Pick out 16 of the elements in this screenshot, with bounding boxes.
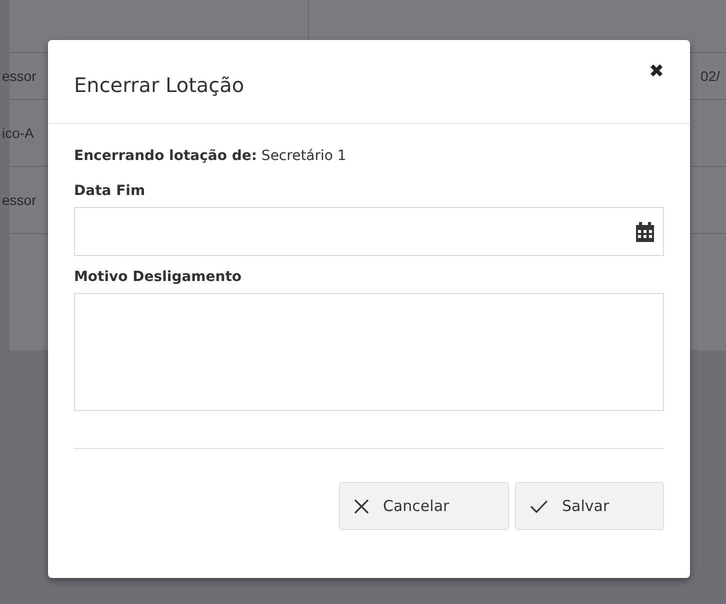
intro-text: Encerrando lotação de: Secretário 1 xyxy=(74,148,348,164)
table-cell: essor xyxy=(2,192,36,208)
close-button[interactable]: ✖ xyxy=(649,62,664,80)
table-cell: essor xyxy=(2,68,36,84)
save-button[interactable]: Salvar xyxy=(515,482,664,530)
check-icon xyxy=(530,500,548,512)
table-cell: ico-A xyxy=(2,125,34,141)
field-label: Motivo Desligamento xyxy=(74,269,243,285)
field-label: Data Fim xyxy=(74,183,146,199)
table-cell: 02/ xyxy=(700,68,720,84)
close-icon xyxy=(354,498,369,514)
dialog-title: Encerrar Lotação xyxy=(74,73,244,97)
reason-textarea[interactable] xyxy=(74,293,664,411)
calendar-icon[interactable] xyxy=(636,222,654,242)
date-field[interactable] xyxy=(74,207,664,256)
cancel-button[interactable]: Cancelar xyxy=(339,482,509,530)
